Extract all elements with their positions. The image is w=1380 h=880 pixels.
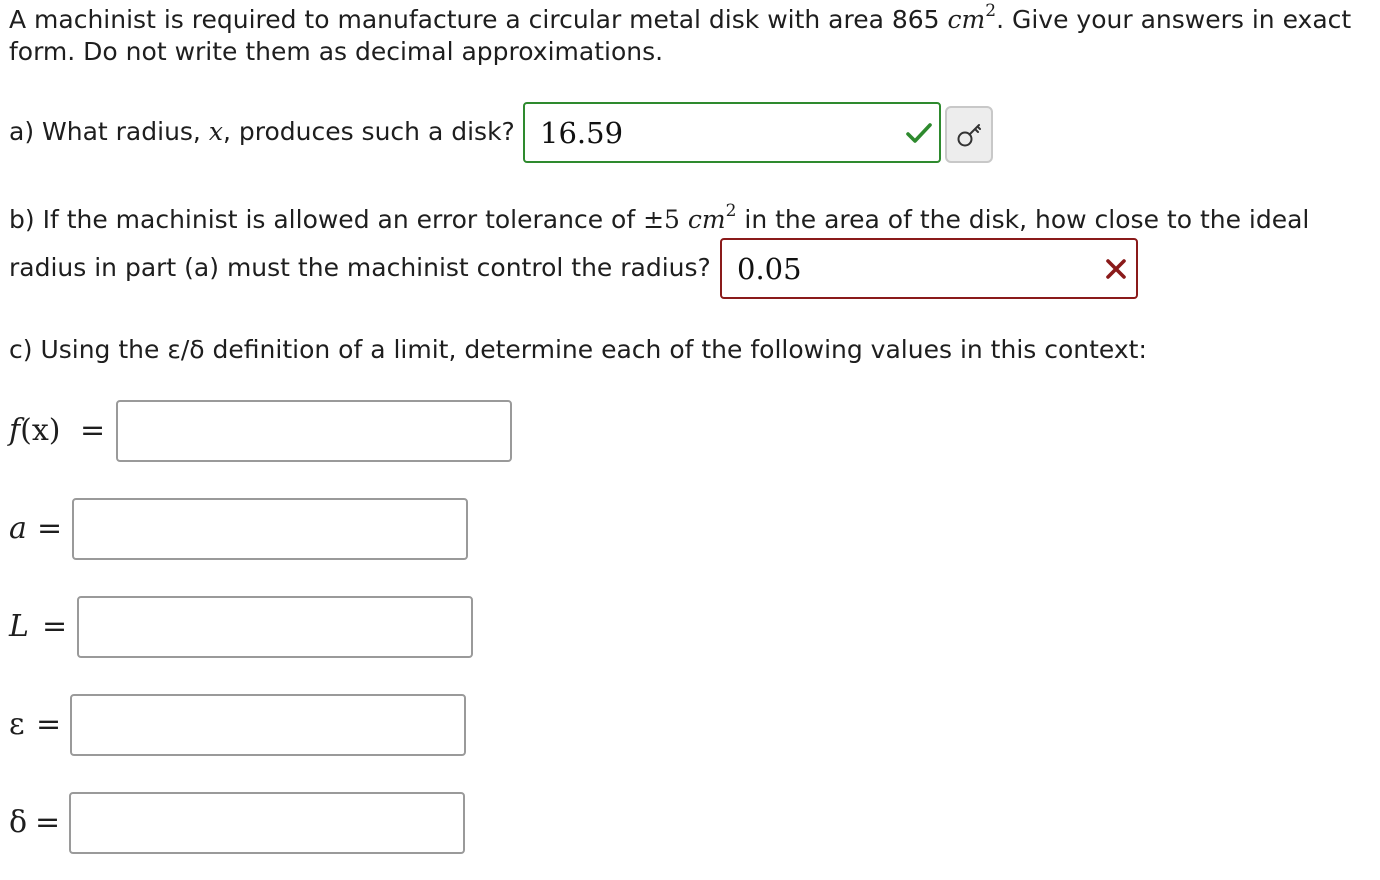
L-input[interactable] — [77, 596, 473, 658]
delta-input[interactable] — [69, 792, 465, 854]
fx-input[interactable] — [116, 400, 512, 462]
tolerance-value: ±5 — [643, 205, 688, 234]
part-a-question-text: a) What radius, — [9, 117, 209, 146]
a-input[interactable] — [72, 498, 468, 560]
part-a-answer-input[interactable]: 16.59 — [523, 102, 941, 163]
x-mark-icon — [1106, 258, 1126, 279]
problem-intro-text: A machinist is required to manufacture a… — [9, 5, 948, 34]
problem-statement-line2: form. Do not write them as decimal appro… — [9, 37, 664, 66]
fx-equals: = — [80, 413, 106, 448]
part-b-question-text-2: in the area of the disk, how close to th… — [736, 205, 1310, 234]
part-a-answer-value: 16.59 — [540, 115, 624, 150]
part-b-question-line2: radius in part (a) must the machinist co… — [9, 253, 711, 282]
tolerance-unit-exponent: 2 — [725, 200, 737, 221]
part-b-answer-value: 0.05 — [737, 251, 802, 286]
tolerance-unit: cm — [687, 205, 726, 234]
part-b-question-line1: b) If the machinist is allowed an error … — [9, 200, 1310, 236]
part-c-prompt: c) Using the ε/δ definition of a limit, … — [9, 335, 1147, 364]
key-icon — [957, 123, 981, 146]
area-unit: cm — [947, 5, 986, 34]
part-b-answer-input[interactable]: 0.05 — [720, 238, 1138, 299]
fx-label-arg: (x) — [20, 413, 61, 448]
part-b-question-text: b) If the machinist is allowed an error … — [9, 205, 644, 234]
fx-label-var: f — [9, 413, 21, 448]
fx-label: f(x) — [9, 411, 60, 451]
a-equals: = — [37, 511, 63, 546]
answer-key-button[interactable] — [945, 106, 993, 163]
delta-equals: = — [35, 805, 61, 840]
problem-intro-text-2: . Give your answers in exact — [996, 5, 1352, 34]
L-equals: = — [42, 609, 68, 644]
a-label: a — [9, 511, 27, 546]
area-unit-exponent: 2 — [985, 0, 997, 21]
L-label: L — [9, 609, 29, 644]
checkmark-icon — [906, 122, 932, 143]
part-a-question-text-2: , produces such a disk? — [222, 117, 515, 146]
delta-label: δ — [9, 805, 28, 840]
part-a-question: a) What radius, x, produces such a disk? — [9, 116, 515, 148]
epsilon-equals: = — [36, 707, 62, 742]
epsilon-label: ε — [9, 707, 25, 742]
part-a-variable: x — [208, 117, 223, 146]
epsilon-input[interactable] — [70, 694, 466, 756]
problem-statement-line1: A machinist is required to manufacture a… — [9, 0, 1352, 36]
